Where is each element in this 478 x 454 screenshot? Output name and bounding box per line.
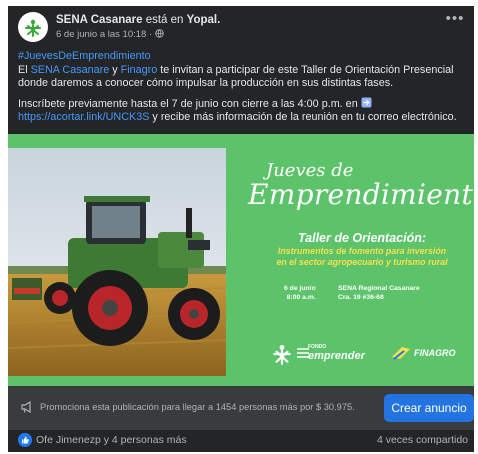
post-meta: 6 de junio a las 10:18 · [56, 29, 164, 40]
banner-fecha-dia: 6 de junio [284, 285, 316, 292]
banner-emprendimiento: Emprendimiento [248, 178, 474, 211]
post-author-line: SENA Casanare está en Yopal. [56, 14, 220, 26]
banner-instrumentos: Instrumentos de fomento para inversión e… [256, 246, 468, 268]
facebook-post-card: SENA Casanare está en Yopal. 6 de junio … [8, 6, 474, 452]
post-line1-rest: te invitan a participar de este Taller d… [160, 63, 454, 76]
banner-lugar: SENA Regional Casanare Cra. 19 #36-68 [338, 285, 420, 302]
post-timestamp[interactable]: 6 de junio a las 10:18 [56, 29, 146, 40]
finagro-logo-icon [392, 347, 410, 360]
sena-logo-icon [273, 345, 291, 365]
banner-fecha-hora: 8:00 a.m. [286, 293, 316, 301]
emprender-label: emprender [308, 350, 365, 362]
meta-separator: · [148, 29, 153, 40]
sena-casanare-link[interactable]: SENA Casanare [31, 64, 110, 76]
banner-instrumentos-line1: Instrumentos de fomento para inversión [277, 246, 447, 256]
promote-text: Promociona esta publicación para llegar … [40, 402, 355, 412]
finagro-label: FINAGRO [414, 348, 456, 358]
post-image[interactable]: Jueves de Emprendimiento Taller de Orien… [8, 134, 474, 386]
registration-link[interactable]: https://acortar.link/UNCK3S [18, 111, 149, 123]
location-link[interactable]: Yopal. [187, 14, 221, 26]
post-line1-and: y [112, 63, 118, 76]
post-line2: donde daremos a conocer cómo impulsar la… [18, 77, 394, 89]
sena-logo-icon [25, 19, 41, 37]
tractor-photo [8, 148, 226, 376]
hashtag-link[interactable]: #JuevesDeEmprendimiento [18, 50, 151, 62]
banner-instrumentos-line2: en el sector agropecuario y turismo rura… [276, 257, 448, 267]
globe-icon [155, 29, 164, 38]
post-line3: Inscríbete previamente hasta el 7 de jun… [18, 97, 358, 110]
banner-lugar-direccion: Cra. 19 #36-68 [338, 293, 384, 301]
arrow-emoji-icon [361, 97, 372, 107]
shares-count[interactable]: 4 veces compartido [377, 434, 468, 446]
like-icon[interactable] [18, 433, 32, 447]
finagro-link[interactable]: Finagro [121, 64, 158, 76]
page-avatar[interactable] [18, 12, 48, 42]
post-header: SENA Casanare está en Yopal. 6 de junio … [8, 6, 474, 46]
promote-bar: Promociona esta publicación para llegar … [8, 386, 474, 430]
create-ad-button[interactable]: Crear anuncio [384, 394, 474, 422]
location-connector: está en [145, 14, 184, 26]
banner-fecha: 6 de junio 8:00 a.m. [284, 285, 316, 302]
banner-logos: FONDO emprender FINAGRO [264, 338, 474, 368]
page-name-link[interactable]: SENA Casanare [56, 14, 143, 26]
post-text: #JuevesDeEmprendimiento El SENA Casanare… [18, 50, 468, 125]
more-options-icon[interactable]: ••• [444, 11, 466, 30]
megaphone-icon [21, 400, 31, 414]
post-line1-prefix: El [18, 63, 28, 76]
banner-taller-title: Taller de Orientación: [297, 231, 427, 245]
post-line4-rest: y recibe más información de la reunión e… [152, 111, 457, 123]
banner-lugar-sede: SENA Regional Casanare [338, 285, 420, 292]
reactions-bar: Ofe Jimenezp y 4 personas más 4 veces co… [8, 430, 474, 452]
reactions-count[interactable]: Ofe Jimenezp y 4 personas más [36, 434, 187, 446]
